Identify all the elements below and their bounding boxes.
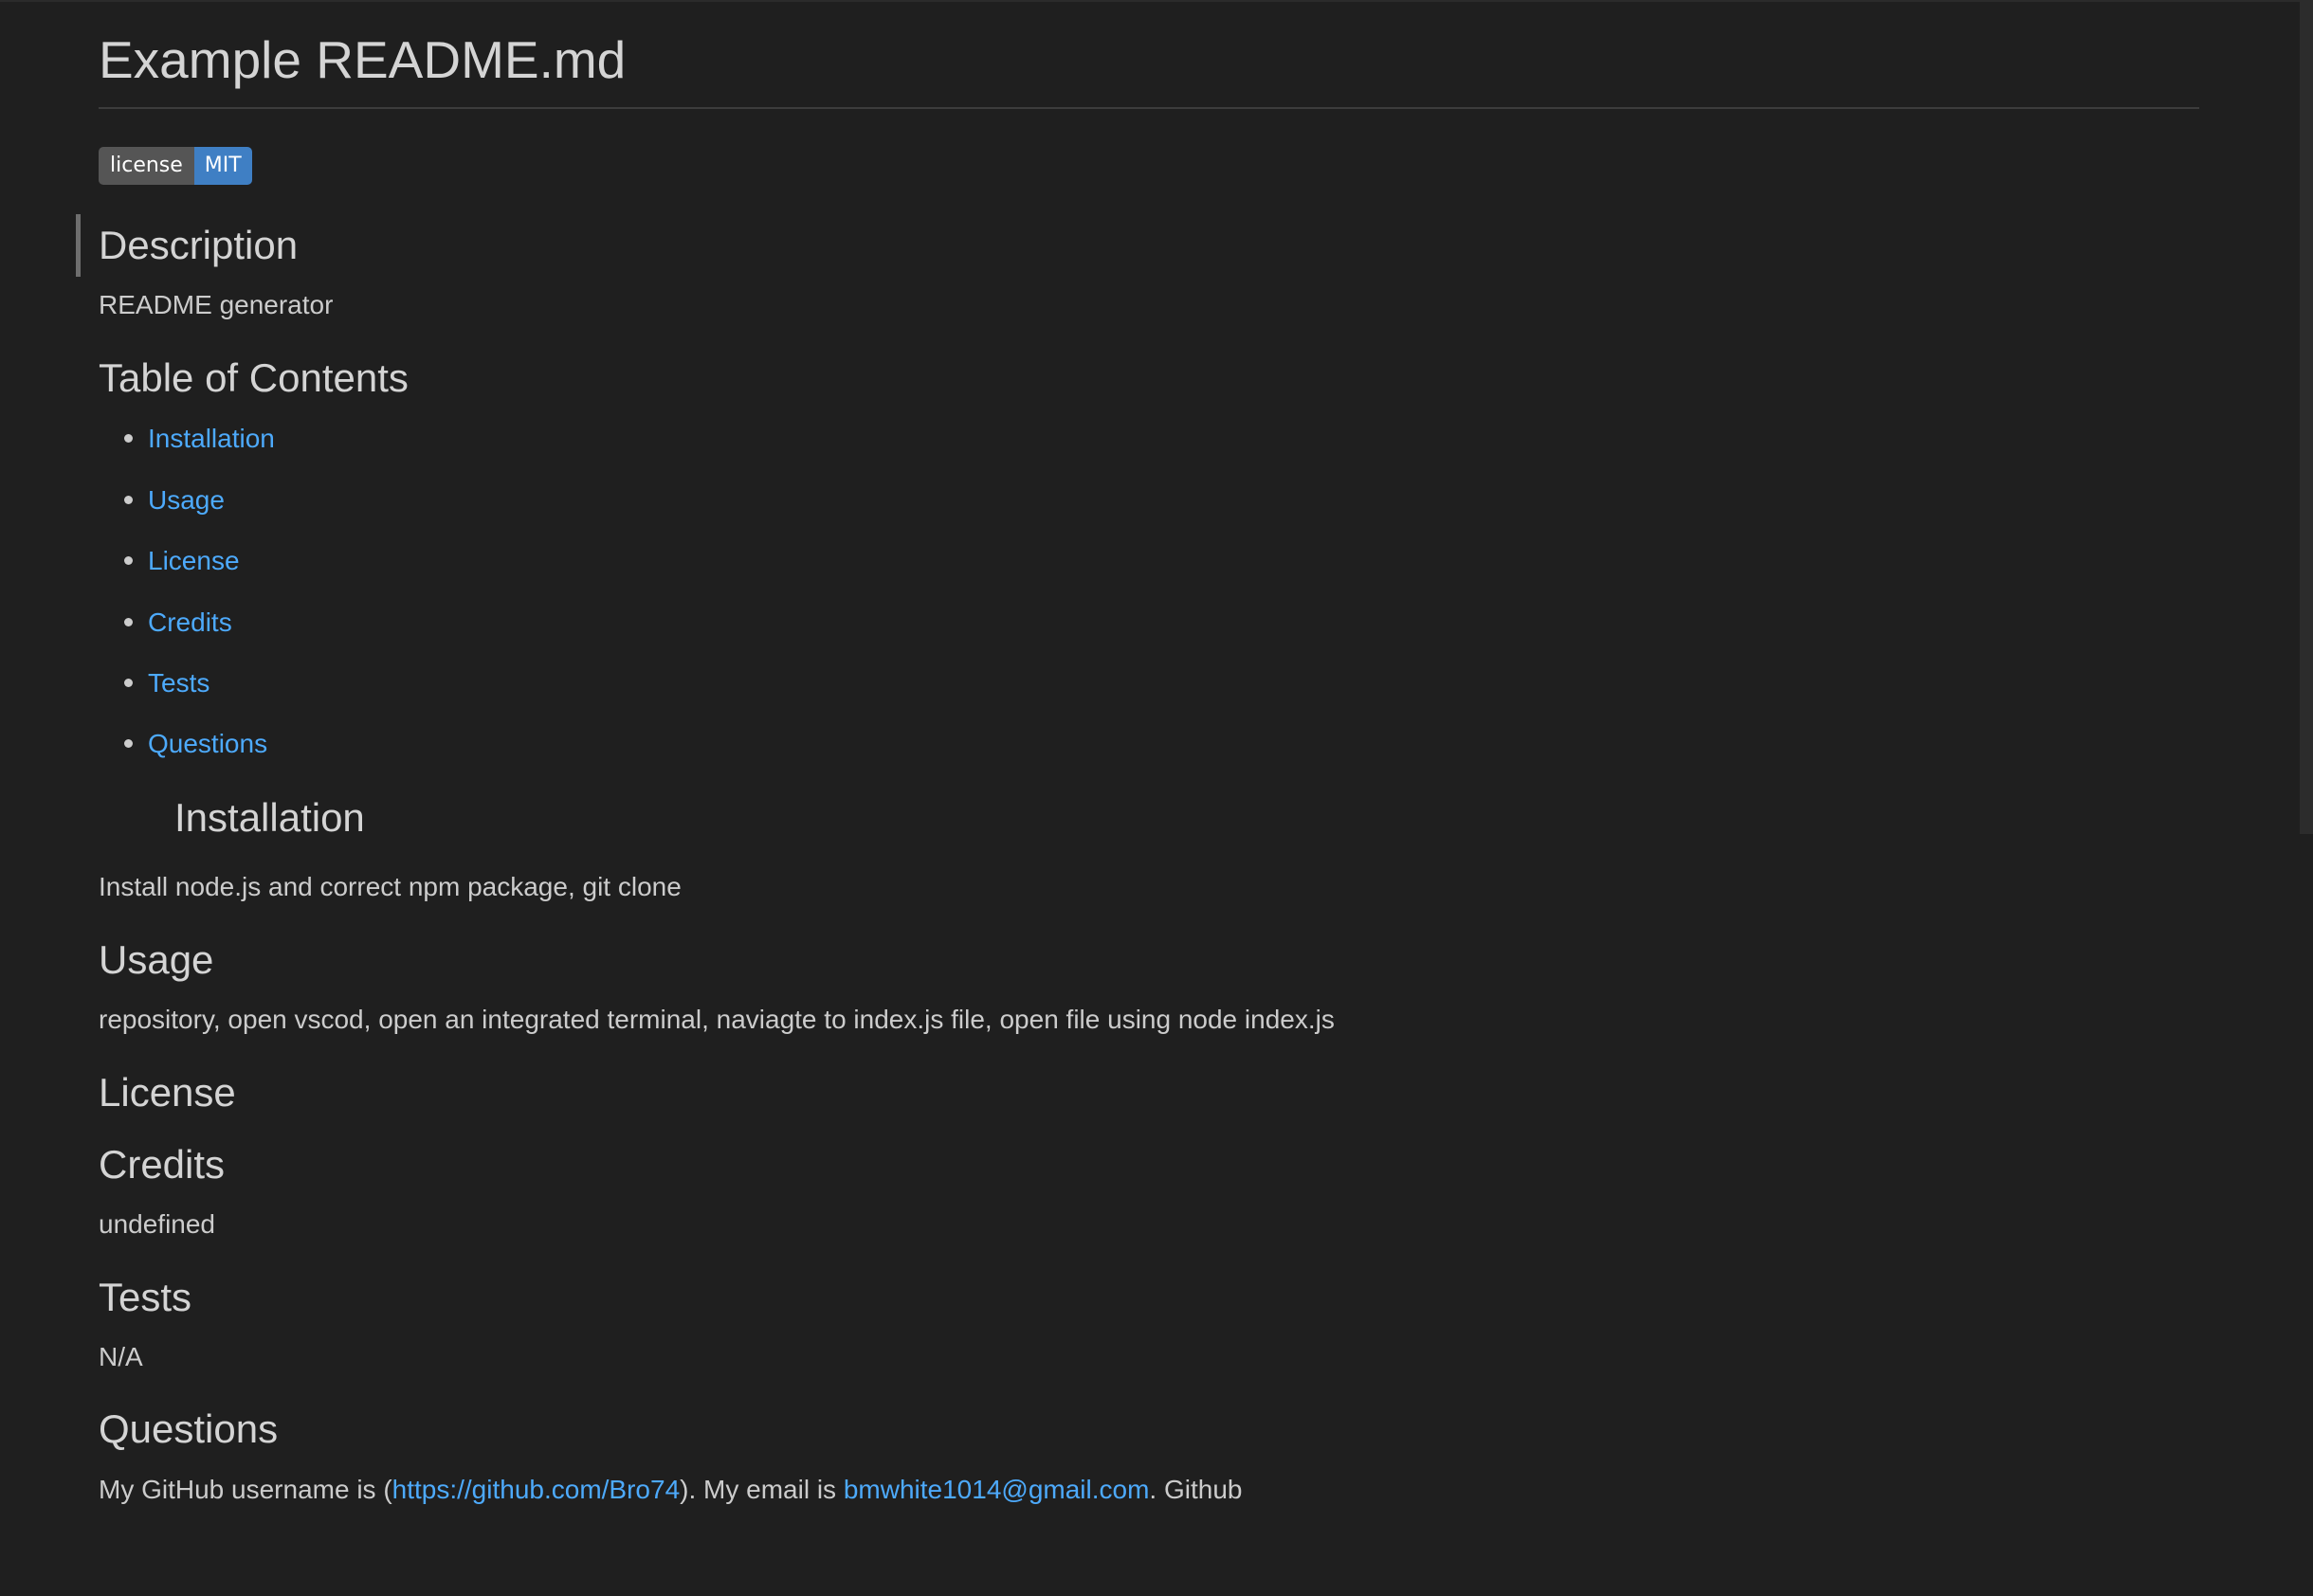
window-top-border xyxy=(0,0,2313,2)
questions-suffix: . Github xyxy=(1149,1475,1243,1504)
toc-link-credits[interactable]: Credits xyxy=(148,608,232,637)
title-divider xyxy=(99,107,2199,109)
toc-link-installation[interactable]: Installation xyxy=(148,424,275,453)
email-link[interactable]: bmwhite1014@gmail.com xyxy=(844,1475,1150,1504)
bullet xyxy=(124,679,133,687)
bullet xyxy=(124,434,133,443)
license-badge[interactable]: license MIT xyxy=(99,147,252,185)
toc-link-license[interactable]: License xyxy=(148,546,240,575)
badge-value: MIT xyxy=(193,147,252,185)
github-link[interactable]: https://github.com/Bro74 xyxy=(392,1475,681,1504)
bullet xyxy=(124,739,133,748)
credits-heading: Credits xyxy=(99,1142,226,1187)
credits-text: undefined xyxy=(99,1209,216,1239)
toc-item-usage: Usage xyxy=(124,483,225,517)
questions-text: My GitHub username is (https://github.co… xyxy=(99,1473,1242,1507)
toc-link-usage[interactable]: Usage xyxy=(148,485,225,515)
installation-heading: Installation xyxy=(174,795,365,840)
toc-item-tests: Tests xyxy=(124,666,209,700)
document-title: Example README.md xyxy=(99,30,627,89)
description-text: README generator xyxy=(99,290,334,319)
questions-prefix: My GitHub username is ( xyxy=(99,1475,392,1504)
questions-middle: ). My email is xyxy=(680,1475,844,1504)
toc-item-credits: Credits xyxy=(124,606,232,640)
toc-link-questions[interactable]: Questions xyxy=(148,729,267,758)
toc-heading: Table of Contents xyxy=(99,355,409,400)
vertical-scrollbar[interactable] xyxy=(2300,0,2313,1596)
bullet xyxy=(124,618,133,626)
focus-indicator xyxy=(76,214,81,277)
toc-item-license: License xyxy=(124,544,240,578)
bullet xyxy=(124,496,133,504)
usage-heading: Usage xyxy=(99,937,214,982)
license-heading: License xyxy=(99,1070,236,1115)
toc-link-tests[interactable]: Tests xyxy=(148,668,209,698)
usage-text: repository, open vscod, open an integrat… xyxy=(99,1005,1335,1034)
questions-heading: Questions xyxy=(99,1406,279,1451)
bullet xyxy=(124,556,133,565)
description-heading: Description xyxy=(99,223,299,267)
toc-item-installation: Installation xyxy=(124,422,275,456)
scrollbar-thumb[interactable] xyxy=(2300,0,2313,834)
installation-text: Install node.js and correct npm package,… xyxy=(99,872,682,901)
tests-heading: Tests xyxy=(99,1275,192,1319)
toc-item-questions: Questions xyxy=(124,727,267,761)
tests-text: N/A xyxy=(99,1342,143,1371)
badge-label: license xyxy=(99,147,194,185)
